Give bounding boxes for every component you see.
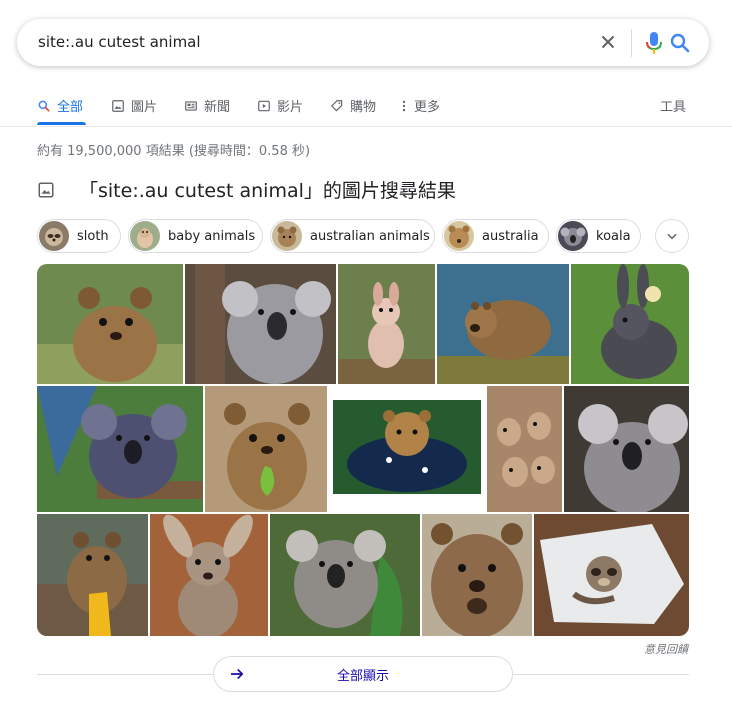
image-result[interactable] <box>329 386 485 512</box>
chip-thumbnail <box>558 221 588 251</box>
chevron-down-icon <box>667 233 677 240</box>
active-tab-indicator <box>37 122 86 125</box>
chip-thumbnail <box>39 221 69 251</box>
show-all-label: 全部顯示 <box>336 668 389 684</box>
clear-icon[interactable] <box>597 31 619 53</box>
image-result[interactable] <box>270 514 420 636</box>
video-icon <box>258 100 270 111</box>
tag-icon <box>331 99 343 111</box>
chip-label: australian animals <box>310 228 430 244</box>
image-result[interactable] <box>487 386 562 512</box>
chip-thumbnail <box>272 221 302 251</box>
image-icon <box>38 182 54 197</box>
image-result[interactable] <box>150 514 268 636</box>
tab-shopping[interactable]: 購物 <box>330 96 376 115</box>
chip-label: baby animals <box>168 228 256 244</box>
chip-label: australia <box>482 228 539 244</box>
tab-label: 更多 <box>414 100 441 115</box>
chip-sloth[interactable]: sloth <box>37 219 121 253</box>
chip-label: koala <box>596 228 631 244</box>
image-result[interactable] <box>422 514 532 636</box>
search-separator <box>631 29 632 57</box>
chip-thumbnail <box>444 221 474 251</box>
arrow-right-icon <box>231 668 244 680</box>
image-grid <box>37 264 689 636</box>
search-input[interactable]: site:.au cutest animal <box>38 33 201 51</box>
tab-label: 購物 <box>350 100 377 115</box>
tab-more[interactable]: 更多 <box>400 96 440 115</box>
tab-label: 影片 <box>277 100 304 115</box>
chip-australia[interactable]: australia <box>442 219 549 253</box>
image-result[interactable] <box>534 514 689 636</box>
tabs-divider <box>0 126 732 127</box>
chip-baby-animals[interactable]: baby animals <box>128 219 263 253</box>
images-heading[interactable]: 「site:.au cutest animal」的圖片搜尋結果 <box>37 176 456 203</box>
chips-expand-button[interactable] <box>655 219 689 253</box>
chip-label: sloth <box>77 228 109 244</box>
tab-all[interactable]: 全部 <box>37 96 83 115</box>
news-icon <box>185 100 197 111</box>
chip-thumbnail <box>130 221 160 251</box>
image-result[interactable] <box>37 514 148 636</box>
show-all-button[interactable]: 全部顯示 <box>213 656 513 692</box>
search-tabs: 全部 圖片 新聞 影片 購物 更多 工具 <box>0 92 732 126</box>
tab-label: 新聞 <box>204 100 231 115</box>
image-result[interactable] <box>437 264 569 384</box>
chip-koala[interactable]: koala <box>556 219 641 253</box>
tab-images[interactable]: 圖片 <box>111 96 157 115</box>
tools-label: 工具 <box>660 100 687 115</box>
image-result[interactable] <box>37 264 183 384</box>
mic-icon[interactable] <box>642 30 666 56</box>
more-vert-icon <box>402 100 406 111</box>
image-result[interactable] <box>185 264 336 384</box>
image-result[interactable] <box>571 264 689 384</box>
search-box[interactable]: site:.au cutest animal <box>17 19 709 66</box>
tab-videos[interactable]: 影片 <box>257 96 303 115</box>
tools-button[interactable]: 工具 <box>660 96 686 115</box>
tab-label: 圖片 <box>131 100 158 115</box>
image-result[interactable] <box>338 264 435 384</box>
search-icon[interactable] <box>668 31 692 55</box>
image-result[interactable] <box>205 386 327 512</box>
result-stats: 約有 19,500,000 項結果 (搜尋時間：0.58 秒) <box>37 144 311 159</box>
chip-australian-animals[interactable]: australian animals <box>270 219 435 253</box>
tab-label: 全部 <box>57 100 84 115</box>
tab-news[interactable]: 新聞 <box>184 96 230 115</box>
image-result[interactable] <box>37 386 203 512</box>
image-icon <box>112 99 124 112</box>
feedback-link[interactable]: 意見回饋 <box>644 641 688 657</box>
images-heading-text: 「site:.au cutest animal」的圖片搜尋結果 <box>79 180 456 202</box>
image-result[interactable] <box>564 386 689 512</box>
search-icon <box>38 100 50 111</box>
